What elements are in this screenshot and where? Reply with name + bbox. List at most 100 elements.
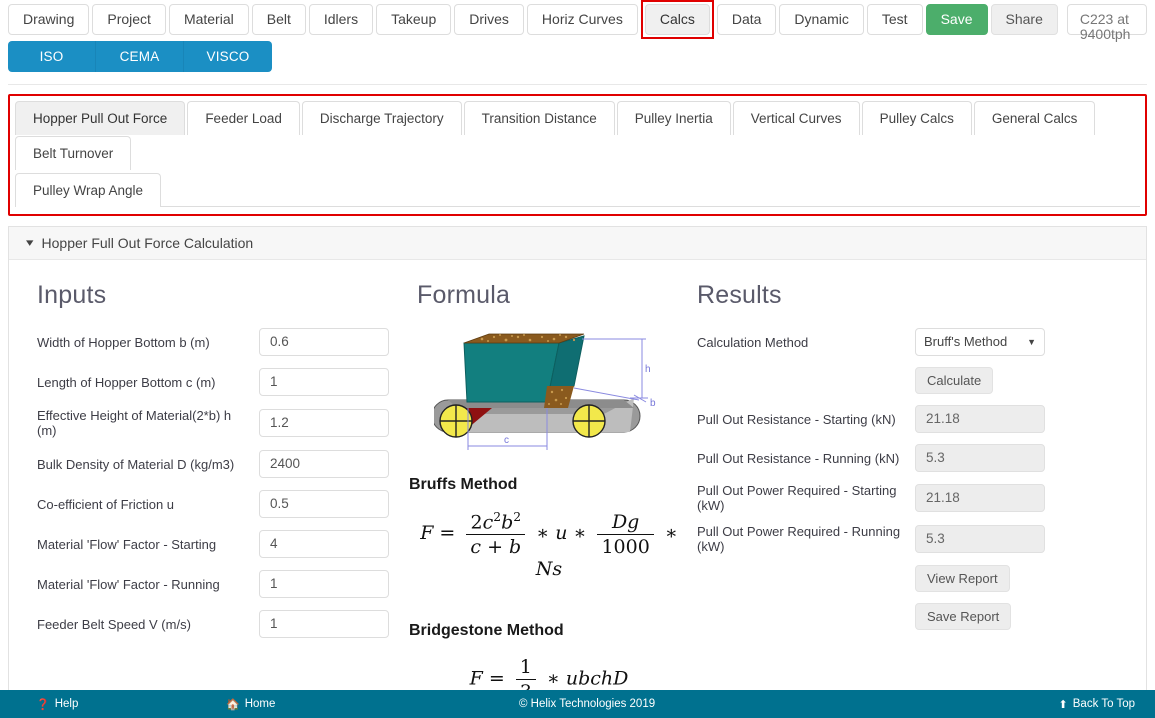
standard-button-iso[interactable]: ISO xyxy=(8,41,96,72)
save-report-button[interactable]: Save Report xyxy=(915,603,1012,630)
panel-header[interactable]: ▾ Hopper Full Out Force Calculation xyxy=(9,227,1146,260)
standard-button-cema[interactable]: CEMA xyxy=(96,41,184,72)
calculation-method-select[interactable]: Bruff's Method ▼ xyxy=(915,328,1045,356)
input-flow-factor-starting[interactable]: 4 xyxy=(259,530,389,558)
input-flow-factor-running[interactable]: 1 xyxy=(259,570,389,598)
footer-help-link[interactable]: ❓ Help xyxy=(36,698,78,711)
result-pull-out-resistance-starting: 21.18 xyxy=(915,405,1045,433)
result-row-pull-out-resistance-starting: Pull Out Resistance - Starting (kN) 21.1… xyxy=(697,405,1129,433)
result-pull-out-power-running: 5.3 xyxy=(915,525,1045,553)
inputs-title: Inputs xyxy=(37,281,107,309)
home-icon: 🏠 xyxy=(226,698,240,711)
diagram-label-h: h xyxy=(645,364,651,375)
subtab-transition-distance[interactable]: Transition Distance xyxy=(463,101,615,135)
calculation-method-label: Calculation Method xyxy=(697,334,809,350)
nav-tab-calcs[interactable]: Calcs xyxy=(644,4,710,35)
input-label: Co-efficient of Friction u xyxy=(37,496,175,512)
nav-tab-data[interactable]: Data xyxy=(716,4,777,35)
input-row-width-hopper-bottom: Width of Hopper Bottom b (m) 0.6 xyxy=(37,328,409,356)
input-effective-height[interactable]: 1.2 xyxy=(259,409,389,437)
input-row-flow-factor-starting: Material 'Flow' Factor - Starting 4 xyxy=(37,530,409,558)
input-row-effective-height: Effective Height of Material(2*b) h (m) … xyxy=(37,408,409,438)
input-row-friction-coefficient: Co-efficient of Friction u 0.5 xyxy=(37,490,409,518)
diagram-label-b: b xyxy=(650,398,656,409)
chevron-down-icon: ▼ xyxy=(1027,337,1036,347)
standard-button-visco[interactable]: VISCO xyxy=(184,41,272,72)
input-width-hopper-bottom[interactable]: 0.6 xyxy=(259,328,389,356)
input-friction-coefficient[interactable]: 0.5 xyxy=(259,490,389,518)
subtab-discharge-trajectory[interactable]: Discharge Trajectory xyxy=(301,101,462,135)
chevron-down-icon: ▾ xyxy=(26,236,34,249)
nav-tab-idlers[interactable]: Idlers xyxy=(308,4,374,35)
calculate-button-row: Calculate xyxy=(697,367,1129,394)
footer-back-to-top-link[interactable]: ⬆ Back To Top xyxy=(1059,698,1135,711)
input-row-feeder-belt-speed: Feeder Belt Speed V (m/s) 1 xyxy=(37,610,409,638)
toolbar-divider xyxy=(8,84,1147,85)
nav-tab-takeup[interactable]: Takeup xyxy=(376,4,452,35)
input-feeder-belt-speed[interactable]: 1 xyxy=(259,610,389,638)
result-row-pull-out-resistance-running: Pull Out Resistance - Running (kN) 5.3 xyxy=(697,444,1129,472)
input-bulk-density[interactable]: 2400 xyxy=(259,450,389,478)
share-button[interactable]: Share xyxy=(990,4,1058,35)
view-report-row: View Report xyxy=(697,565,1129,592)
input-length-hopper-bottom[interactable]: 1 xyxy=(259,368,389,396)
save-report-row: Save Report xyxy=(697,603,1129,630)
footer-copyright: © Helix Technologies 2019 xyxy=(519,698,655,710)
calcs-subtabs-highlight: Hopper Pull Out Force Feeder Load Discha… xyxy=(8,94,1147,216)
nav-tab-project[interactable]: Project xyxy=(92,4,166,35)
subtab-pulley-inertia[interactable]: Pulley Inertia xyxy=(616,101,731,135)
input-label: Effective Height of Material(2*b) h (m) xyxy=(37,408,232,438)
subtab-pulley-wrap-angle[interactable]: Pulley Wrap Angle xyxy=(15,173,162,207)
arrow-up-icon: ⬆ xyxy=(1058,698,1068,711)
formula-bruffs-equation: F = 2c2b2 c + b ∗ u ∗ Dg 1000 ∗ Ns xyxy=(420,510,678,581)
nav-tab-belt[interactable]: Belt xyxy=(251,4,306,35)
view-report-button[interactable]: View Report xyxy=(915,565,1010,592)
result-label: Pull Out Power Required - Starting (kW) xyxy=(697,483,897,513)
project-name-input[interactable]: C223 at 9400tph xyxy=(1066,4,1147,42)
calculation-method-value: Bruff's Method xyxy=(924,334,1008,349)
formula-bridgestone-title: Bridgestone Method xyxy=(409,622,564,640)
footer-home-label: Home xyxy=(244,698,276,710)
calculation-panel: ▾ Hopper Full Out Force Calculation Inpu… xyxy=(8,226,1147,703)
subtab-vertical-curves[interactable]: Vertical Curves xyxy=(732,101,860,135)
input-row-flow-factor-running: Material 'Flow' Factor - Running 1 xyxy=(37,570,409,598)
nav-tab-drives[interactable]: Drives xyxy=(454,4,524,35)
input-label: Length of Hopper Bottom c (m) xyxy=(37,374,216,390)
nav-tab-calcs-highlight: Calcs xyxy=(640,0,714,39)
footer-back-to-top-label: Back To Top xyxy=(1072,698,1135,710)
result-pull-out-power-starting: 21.18 xyxy=(915,484,1045,512)
nav-tab-dynamic[interactable]: Dynamic xyxy=(779,4,864,35)
panel-body: Inputs Width of Hopper Bottom b (m) 0.6 … xyxy=(9,260,1146,703)
hopper-diagram-container: h b c xyxy=(409,328,689,458)
subtab-pulley-calcs[interactable]: Pulley Calcs xyxy=(861,101,972,135)
subtab-general-calcs[interactable]: General Calcs xyxy=(973,101,1096,135)
save-button[interactable]: Save xyxy=(925,4,988,35)
diagram-label-c: c xyxy=(504,435,509,446)
results-title: Results xyxy=(697,281,782,309)
calculate-button[interactable]: Calculate xyxy=(915,367,994,394)
subtab-hopper-pull-out-force[interactable]: Hopper Pull Out Force xyxy=(15,101,186,135)
result-row-pull-out-power-running: Pull Out Power Required - Running (kW) 5… xyxy=(697,524,1129,554)
calcs-subtabs: Hopper Pull Out Force Feeder Load Discha… xyxy=(15,101,1140,207)
standards-button-group: ISO CEMA VISCO xyxy=(0,38,1155,72)
nav-tab-test[interactable]: Test xyxy=(866,4,923,35)
input-label: Feeder Belt Speed V (m/s) xyxy=(37,616,191,632)
footer-copyright-text: © Helix Technologies 2019 xyxy=(519,698,656,710)
results-column: Results Calculation Method Bruff's Metho… xyxy=(689,276,1129,703)
input-row-length-hopper-bottom: Length of Hopper Bottom c (m) 1 xyxy=(37,368,409,396)
page-footer: ❓ Help 🏠 Home © Helix Technologies 2019 … xyxy=(0,690,1155,718)
input-label: Width of Hopper Bottom b (m) xyxy=(37,334,210,350)
input-row-bulk-density: Bulk Density of Material D (kg/m3) 2400 xyxy=(37,450,409,478)
result-pull-out-resistance-running: 5.3 xyxy=(915,444,1045,472)
footer-home-link[interactable]: 🏠 Home xyxy=(226,698,275,711)
hopper-on-feeder-belt-diagram: h b c xyxy=(431,333,656,450)
nav-tab-drawing[interactable]: Drawing xyxy=(8,4,90,35)
input-label: Material 'Flow' Factor - Starting xyxy=(37,536,217,552)
subtab-belt-turnover[interactable]: Belt Turnover xyxy=(15,136,132,170)
result-label: Pull Out Resistance - Running (kN) xyxy=(697,450,900,466)
nav-tab-horiz-curves[interactable]: Horiz Curves xyxy=(526,4,638,35)
formula-title: Formula xyxy=(417,281,511,309)
subtab-feeder-load[interactable]: Feeder Load xyxy=(187,101,300,135)
nav-tab-material[interactable]: Material xyxy=(168,4,249,35)
input-label: Bulk Density of Material D (kg/m3) xyxy=(37,456,235,472)
